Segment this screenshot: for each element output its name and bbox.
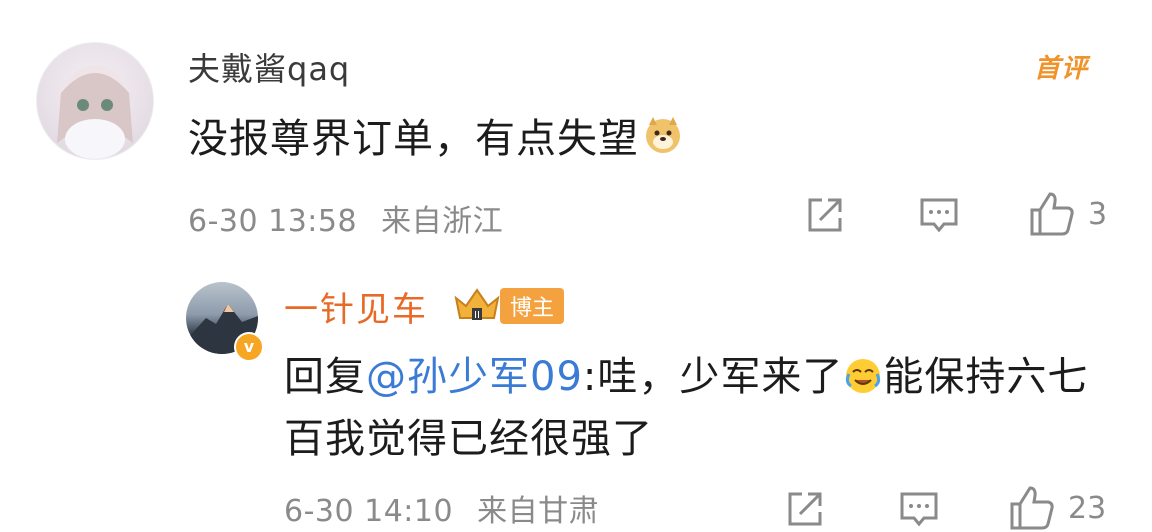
comment-location: 来自浙江: [381, 204, 504, 239]
share-button[interactable]: [804, 194, 846, 236]
mention-link[interactable]: @孙少军09: [366, 354, 583, 400]
comment-icon: [920, 198, 958, 233]
blogger-badge: 博主: [500, 288, 565, 324]
like-button[interactable]: 3: [1028, 190, 1107, 238]
thumbs-up-icon: [1030, 192, 1074, 236]
verified-badge-icon: v: [234, 332, 264, 362]
reply-like-button[interactable]: 23: [1008, 484, 1106, 532]
reply-prefix: 回复: [284, 354, 366, 400]
comment-username[interactable]: 夫戴酱qaq: [188, 44, 350, 90]
comment-text-body: 没报尊界订单，有点失望: [188, 116, 639, 162]
reply-share-button[interactable]: [784, 488, 826, 530]
reply-username[interactable]: 一针见车: [284, 282, 428, 331]
comment-icon: [900, 492, 938, 527]
reply-meta: 6-30 14:10 来自甘肃: [284, 486, 599, 530]
doge-emoji-icon: [643, 115, 683, 155]
reply-location: 来自甘肃: [477, 494, 600, 529]
comment-text: 没报尊界订单，有点失望: [188, 106, 683, 164]
share-icon: [808, 198, 842, 232]
reply-date: 6-30 14:10: [284, 494, 454, 529]
user-avatar[interactable]: [36, 42, 154, 160]
pinned-badge: 首评: [1034, 54, 1089, 84]
share-icon: [788, 492, 822, 526]
comment-date: 6-30 13:58: [188, 204, 358, 239]
thumbs-up-icon: [1010, 486, 1054, 530]
crown-level-icon: II: [452, 284, 502, 324]
reply-text: 回复@孙少军09:哇，少军来了 能保持六七百我觉得已经很强了: [284, 346, 1124, 470]
reply-like-count: 23: [1068, 490, 1107, 526]
svg-text:II: II: [474, 310, 480, 321]
avatar-illustration: [57, 65, 133, 159]
reply-text-part1: :哇，少军来了: [582, 354, 844, 400]
reply-button[interactable]: [918, 194, 960, 236]
like-count: 3: [1088, 196, 1108, 232]
comment-meta: 6-30 13:58 来自浙江: [188, 196, 503, 240]
reply-reply-button[interactable]: [898, 488, 940, 530]
cry-laugh-emoji-icon: [843, 352, 883, 393]
